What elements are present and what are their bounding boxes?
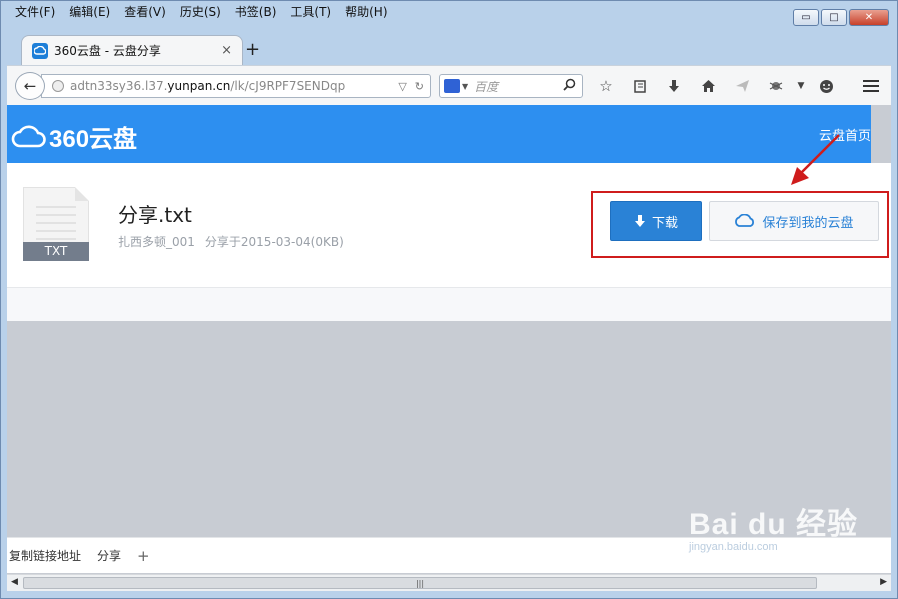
close-window-button[interactable]: ✕ — [849, 9, 889, 26]
new-tab-button[interactable]: + — [245, 39, 260, 60]
extension-dropdown-icon[interactable]: ▼ — [793, 75, 809, 97]
site-logo[interactable]: 360云盘 — [11, 119, 137, 154]
download-label: 下载 — [651, 215, 678, 231]
content-divider-band — [7, 287, 891, 321]
menu-edit[interactable]: 编辑(E) — [61, 3, 116, 21]
tab-title: 360云盘 - 云盘分享 — [54, 44, 161, 58]
search-bar[interactable]: ▼ 百度 — [439, 74, 583, 98]
cloud-icon — [735, 214, 755, 227]
globe-icon — [52, 80, 64, 92]
scrollbar-thumb[interactable]: ||| — [23, 577, 817, 589]
menu-history[interactable]: 历史(S) — [172, 3, 227, 21]
file-ext-label: TXT — [23, 242, 89, 261]
scroll-right-arrow-icon[interactable]: ▶ — [880, 577, 887, 587]
download-icon — [634, 214, 645, 227]
home-icon[interactable] — [691, 75, 725, 97]
file-name: 分享.txt — [118, 203, 192, 227]
maximize-button[interactable]: □ — [821, 9, 847, 26]
tab-close-icon[interactable]: × — [221, 43, 232, 58]
menu-view[interactable]: 查看(V) — [116, 3, 172, 21]
minimize-button[interactable]: ▭ — [793, 9, 819, 26]
back-arrow-icon: ← — [23, 77, 37, 95]
extension-icon[interactable] — [759, 75, 793, 97]
baidu-watermark: Bai du 经验 jingyan.baidu.com — [689, 499, 858, 553]
file-owner[interactable]: 扎西多顿_001 — [118, 233, 195, 250]
search-placeholder: 百度 — [474, 79, 499, 94]
reload-icon[interactable]: ↻ — [415, 80, 424, 93]
reading-list-icon[interactable] — [623, 75, 657, 97]
download-button[interactable]: 下载 — [610, 201, 702, 241]
engine-dropdown-icon[interactable]: ▼ — [462, 82, 468, 91]
hamburger-menu-icon[interactable] — [859, 75, 883, 97]
menu-tools[interactable]: 工具(T) — [282, 3, 337, 21]
menu-bar: 文件(F) 编辑(E) 查看(V) 历史(S) 书签(B) 工具(T) 帮助(H… — [7, 3, 394, 21]
smiley-icon[interactable] — [809, 75, 843, 97]
url-host: yunpan.cn — [167, 79, 231, 93]
url-subdomain: adtn33sy36.l37. — [70, 79, 168, 93]
menu-bookmarks[interactable]: 书签(B) — [227, 3, 283, 21]
plus-icon[interactable]: + — [137, 547, 150, 565]
save-to-cloud-button[interactable]: 保存到我的云盘 — [709, 201, 879, 241]
file-share-date: 分享于2015-03-04(0KB) — [204, 235, 344, 249]
site-header: 360云盘 云盘首页 — [7, 105, 871, 163]
cloud-favicon-icon — [32, 42, 48, 59]
bookmark-star-icon[interactable]: ☆ — [589, 75, 623, 97]
save-label: 保存到我的云盘 — [762, 215, 854, 231]
menu-file[interactable]: 文件(F) — [7, 3, 61, 21]
annotation-arrow — [791, 134, 840, 185]
address-bar[interactable]: adtn33sy36.l37. yunpan.cn /lk/cJ9RPF7SEN… — [41, 74, 431, 98]
menu-help[interactable]: 帮助(H) — [337, 3, 393, 21]
baidu-engine-icon[interactable] — [444, 79, 460, 93]
logo-text: 360云盘 — [49, 126, 138, 153]
back-button[interactable]: ← — [15, 72, 45, 100]
download-arrow-icon[interactable] — [657, 75, 691, 97]
url-path: /lk/cJ9RPF7SENDqp — [230, 79, 346, 93]
browser-window: 文件(F) 编辑(E) 查看(V) 历史(S) 书签(B) 工具(T) 帮助(H… — [0, 0, 898, 599]
navigation-bar: adtn33sy36.l37. yunpan.cn /lk/cJ9RPF7SEN… — [7, 65, 891, 105]
scroll-left-arrow-icon[interactable]: ◀ — [11, 577, 18, 587]
file-meta: 扎西多顿_001 分享于2015-03-04(0KB) — [118, 233, 344, 250]
txt-file-icon: TXT — [23, 187, 89, 261]
toolbar-icons: ☆ ▼ — [589, 75, 843, 97]
horizontal-scrollbar[interactable]: ◀ ||| ▶ — [7, 574, 891, 591]
send-icon[interactable] — [725, 75, 759, 97]
history-dropdown-icon[interactable]: ▽ — [398, 80, 406, 93]
watermark-main: Bai du 经验 — [689, 508, 859, 541]
window-controls: ▭ □ ✕ — [793, 9, 889, 26]
search-icon[interactable] — [563, 78, 576, 94]
cloud-logo-icon — [11, 125, 46, 147]
tab-360-yunpan[interactable]: 360云盘 - 云盘分享 × — [21, 35, 243, 65]
tab-strip: 360云盘 - 云盘分享 × + — [7, 27, 891, 65]
share-button[interactable]: 分享 — [97, 547, 121, 564]
copy-link-button[interactable]: 复制链接地址 — [9, 547, 81, 564]
